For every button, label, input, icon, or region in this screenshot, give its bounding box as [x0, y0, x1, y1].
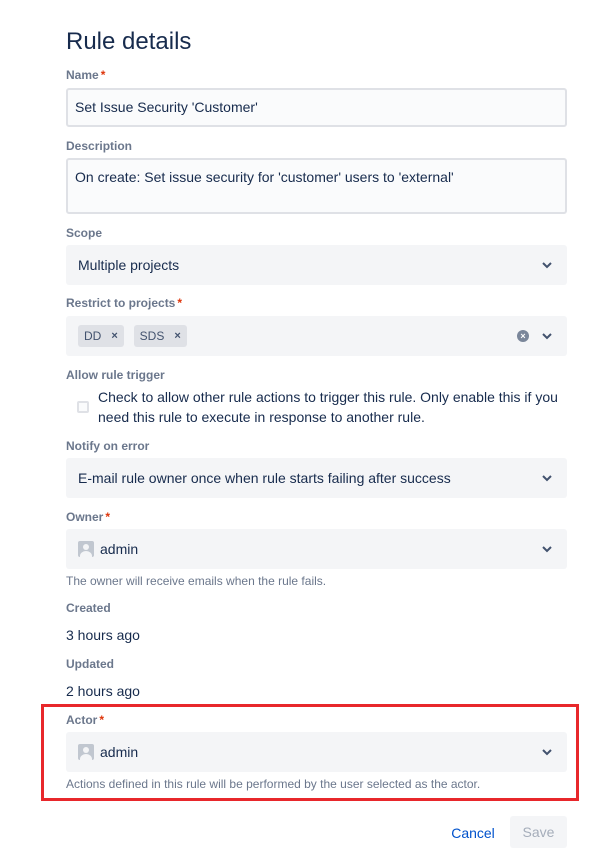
name-label: Name * [66, 68, 106, 82]
allow-trigger-text: Check to allow other rule actions to tri… [98, 389, 558, 425]
page-title: Rule details [66, 28, 192, 55]
project-tag: SDS × [133, 325, 187, 347]
allow-trigger-label: Allow rule trigger [66, 368, 165, 382]
cancel-button[interactable]: Cancel [448, 818, 498, 848]
chevron-down-icon [542, 546, 552, 553]
allow-trigger-checkbox[interactable] [77, 401, 89, 413]
updated-label: Updated [66, 657, 114, 671]
owner-value: admin [100, 541, 139, 557]
created-value: 3 hours ago [66, 627, 140, 643]
tag-list: DD × SDS × [78, 325, 517, 347]
save-button[interactable]: Save [510, 816, 567, 848]
scope-label: Scope [66, 226, 103, 240]
remove-tag-icon[interactable]: × [111, 330, 117, 342]
owner-select[interactable]: admin [66, 529, 567, 569]
owner-label: Owner * [66, 510, 111, 524]
project-tag: DD × [78, 325, 124, 347]
remove-tag-icon[interactable]: × [174, 330, 180, 342]
scope-select[interactable]: Multiple projects [66, 245, 567, 285]
chevron-down-icon [542, 262, 552, 269]
description-label: Description [66, 139, 133, 153]
notify-label: Notify on error [66, 439, 150, 453]
name-input[interactable]: Set Issue Security 'Customer' [66, 88, 567, 127]
chevron-down-icon [542, 333, 552, 340]
updated-value: 2 hours ago [66, 683, 140, 699]
restrict-projects-select[interactable]: DD × SDS × × [66, 316, 567, 356]
notify-select[interactable]: E-mail rule owner once when rule starts … [66, 458, 567, 498]
chevron-down-icon [542, 475, 552, 482]
owner-help-text: The owner will receive emails when the r… [66, 574, 327, 588]
scope-value: Multiple projects [78, 257, 180, 273]
notify-value: E-mail rule owner once when rule starts … [78, 470, 451, 486]
actor-highlight-box [41, 704, 579, 801]
avatar [78, 541, 94, 557]
created-label: Created [66, 601, 111, 615]
clear-icon[interactable]: × [517, 330, 529, 342]
restrict-label: Restrict to projects * [66, 296, 183, 310]
description-textarea[interactable]: On create: Set issue security for 'custo… [66, 158, 567, 214]
